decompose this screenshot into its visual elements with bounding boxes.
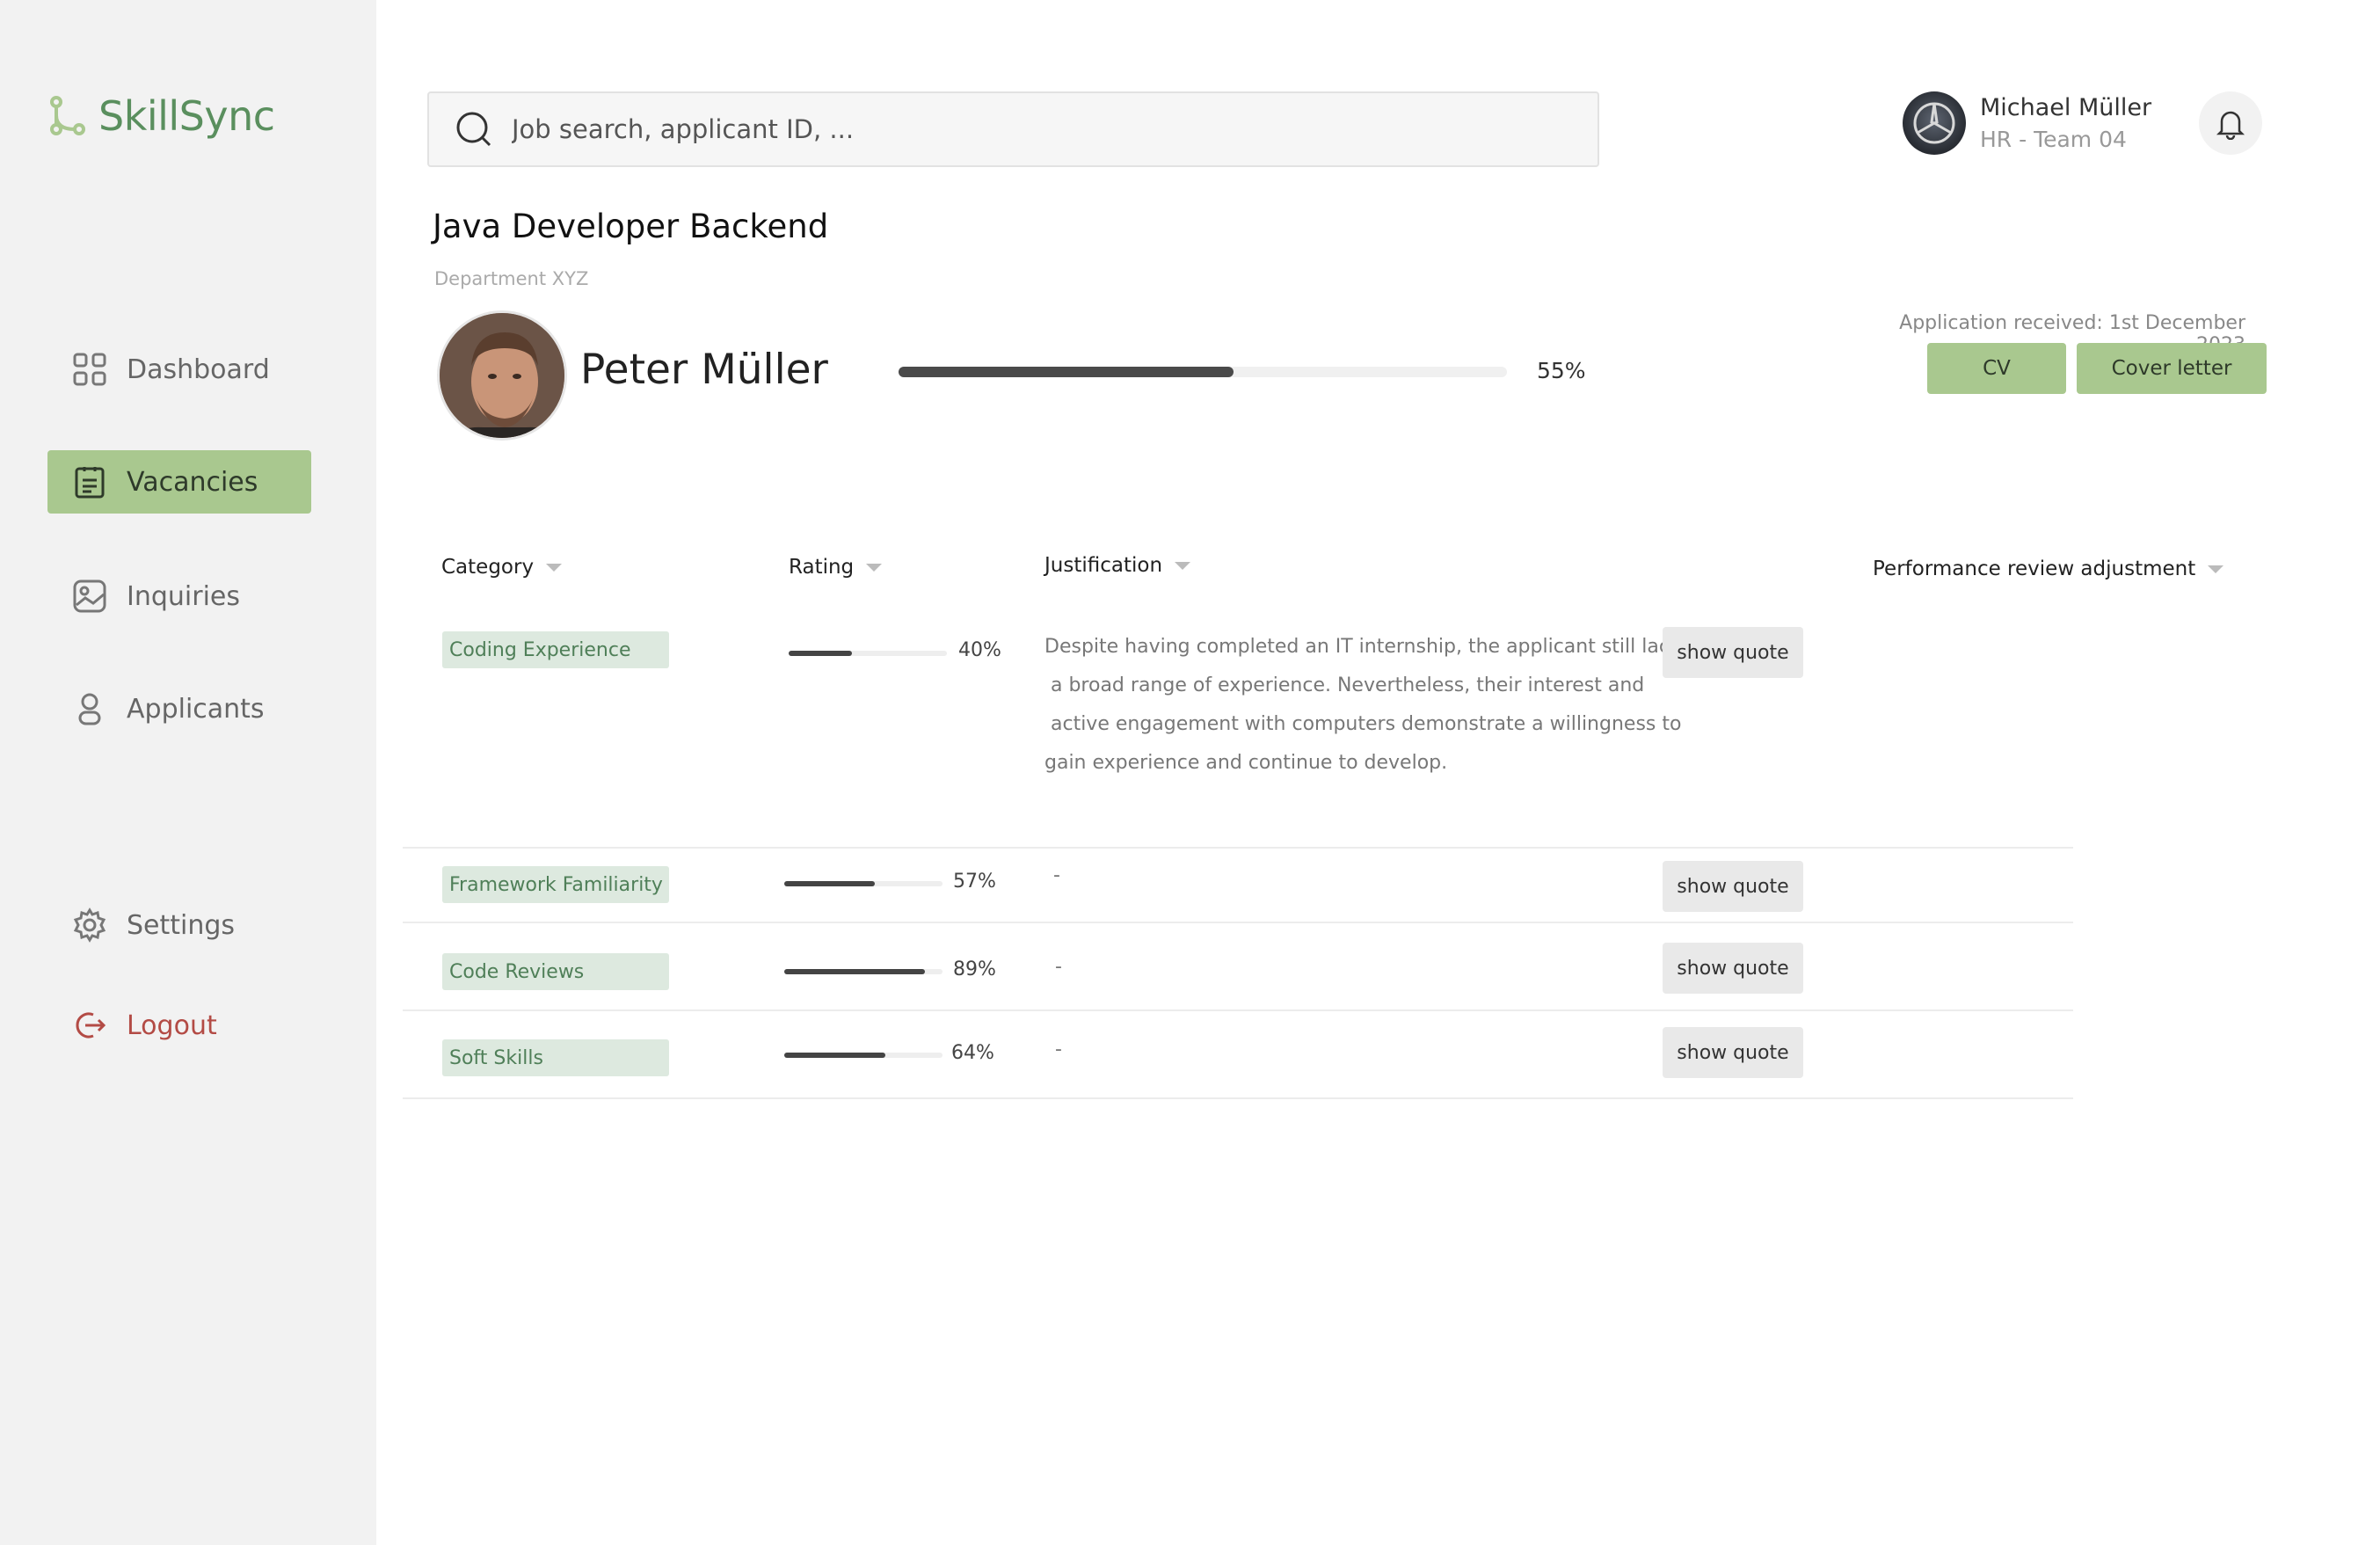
search-bar[interactable] (427, 91, 1599, 167)
user-role: HR - Team 04 (1980, 127, 2127, 152)
column-header-label: Justification (1044, 554, 1163, 577)
user-name: Michael Müller (1980, 94, 2152, 121)
page-title: Java Developer Backend (433, 208, 829, 245)
column-header-rating[interactable]: Rating (789, 556, 883, 579)
sidebar-item-label: Vacancies (127, 466, 258, 498)
row-divider (403, 922, 2073, 923)
show-quote-button[interactable]: show quote (1663, 943, 1803, 994)
grid-icon (73, 353, 106, 386)
user-profile[interactable]: Michael Müller HR - Team 04 (1903, 91, 2151, 155)
rating-bar-fill (784, 881, 875, 886)
notifications-button[interactable] (2199, 91, 2262, 155)
rating-value: 40% (958, 639, 1001, 661)
justification-text: - (1053, 864, 1060, 886)
logout-button[interactable]: Logout (47, 994, 311, 1057)
match-progress-fill (899, 367, 1234, 377)
brand-logo-icon (1913, 102, 1955, 144)
search-icon (456, 112, 491, 147)
match-percent: 55% (1537, 358, 1586, 383)
clipboard-icon (75, 467, 105, 499)
justification-text: - (1055, 956, 1062, 978)
sort-caret-icon (546, 563, 563, 572)
rating-value: 57% (953, 871, 996, 893)
row-divider (403, 1009, 2073, 1011)
column-header-label: Performance review adjustment (1873, 558, 2196, 580)
user-icon (78, 693, 101, 725)
column-header-label: Rating (789, 556, 855, 579)
sort-caret-icon (1175, 561, 1191, 570)
justification-text: Despite having completed an IT internshi… (1044, 628, 1692, 783)
rating-bar (784, 969, 943, 974)
cv-button[interactable]: CV (1927, 343, 2066, 394)
rating-bar (784, 1053, 943, 1058)
department-label: Department XYZ (434, 268, 589, 289)
gear-icon (73, 907, 106, 943)
justification-line: a broad range of experience. Nevertheles… (1044, 674, 1645, 696)
app-logo[interactable]: SkillSync (49, 92, 275, 140)
rating-value: 64% (951, 1042, 994, 1064)
search-input[interactable] (512, 114, 1567, 144)
sidebar-item-dashboard[interactable]: Dashboard (47, 338, 311, 401)
column-header-label: Category (441, 556, 535, 579)
column-header-adjustment[interactable]: Performance review adjustment (1873, 558, 2224, 580)
logout-label: Logout (127, 1009, 217, 1041)
sidebar-item-vacancies[interactable]: Vacancies (47, 450, 311, 514)
sidebar-item-applicants[interactable]: Applicants (47, 677, 311, 740)
logout-icon (76, 1012, 106, 1039)
row-divider (403, 1097, 2073, 1099)
justification-line: gain experience and continue to develop. (1044, 752, 1448, 774)
sidebar-item-label: Settings (127, 909, 236, 941)
logo-icon (50, 96, 85, 135)
show-quote-button[interactable]: show quote (1663, 861, 1803, 912)
rating-bar-fill (784, 969, 926, 974)
category-tag: Framework Familiarity (442, 866, 669, 903)
category-tag: Code Reviews (442, 953, 669, 990)
category-tag: Coding Experience (442, 631, 669, 668)
applicant-name: Peter Müller (580, 346, 828, 394)
rating-bar-fill (784, 1053, 886, 1058)
rating-value: 89% (953, 958, 996, 980)
column-header-justification[interactable]: Justification (1044, 554, 1191, 577)
justification-line: active engagement with computers demonst… (1044, 713, 1682, 735)
sidebar-item-inquiries[interactable]: Inquiries (47, 565, 311, 628)
show-quote-button[interactable]: show quote (1663, 1027, 1803, 1078)
sidebar-item-label: Applicants (127, 693, 265, 725)
image-icon (73, 579, 106, 613)
sidebar-item-label: Dashboard (127, 353, 270, 385)
show-quote-button[interactable]: show quote (1663, 627, 1803, 678)
justification-line: Despite having completed an IT internshi… (1044, 636, 1692, 658)
app-name: SkillSync (98, 92, 275, 140)
sidebar: SkillSync Dashboard Vacancies Inquiries … (0, 0, 376, 1545)
rating-bar-fill (789, 651, 852, 656)
justification-text: - (1055, 1039, 1062, 1060)
cover-letter-button[interactable]: Cover letter (2077, 343, 2267, 394)
match-progress-bar (899, 367, 1507, 377)
bell-icon (2216, 111, 2245, 140)
applicant-photo (437, 310, 567, 441)
category-tag: Soft Skills (442, 1039, 669, 1076)
column-header-category[interactable]: Category (441, 556, 563, 579)
rating-bar (784, 881, 943, 886)
sort-caret-icon (866, 563, 883, 572)
sort-caret-icon (2208, 565, 2224, 573)
row-divider (403, 847, 2073, 849)
rating-bar (789, 651, 947, 656)
sidebar-item-label: Inquiries (127, 580, 241, 612)
avatar (1903, 91, 1966, 155)
sidebar-item-settings[interactable]: Settings (47, 893, 311, 957)
